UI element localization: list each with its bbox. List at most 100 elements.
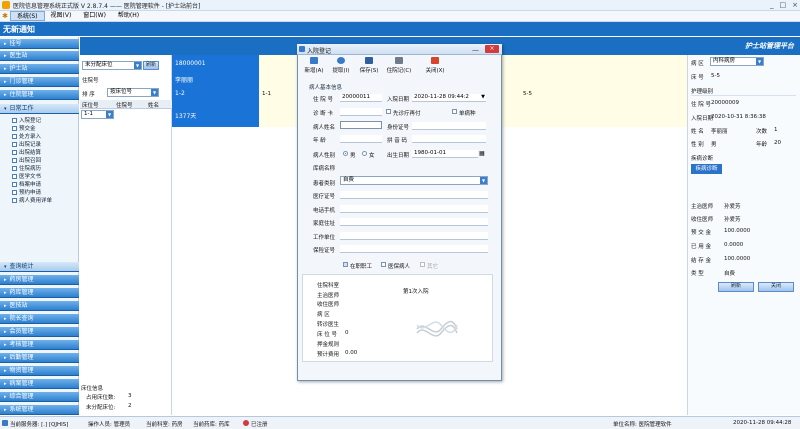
- menu-view[interactable]: 视图(V): [45, 11, 78, 21]
- status-dept: 当前科室: 药房: [146, 422, 183, 428]
- diagnosis-label: 疾病诊断: [691, 156, 714, 162]
- menu-bar: ✱ 系统(S) 视图(V) 窗口(W) 帮助(H): [0, 11, 800, 22]
- tree-item-fee-detail[interactable]: 病人费用详单: [12, 196, 52, 204]
- gender-male-radio[interactable]: [343, 151, 348, 156]
- menu-system[interactable]: 系统(S): [10, 11, 45, 21]
- nav-member[interactable]: ▸ 会员管理: [0, 327, 79, 337]
- insurance-input[interactable]: [340, 245, 488, 253]
- nav-logistics[interactable]: ▸ 后勤管理: [0, 353, 79, 363]
- employee-checkbox[interactable]: [343, 262, 348, 267]
- bed-filter-select[interactable]: 未分配床位 ▼: [82, 61, 142, 70]
- bed-refresh-button[interactable]: 刷新: [143, 61, 159, 70]
- nav-stats[interactable]: ▾ 查询统计: [0, 262, 79, 272]
- document-icon: [12, 181, 17, 187]
- tree-item-archive-request[interactable]: 档案申请: [12, 180, 41, 188]
- nav-medical-records[interactable]: ▸ 病案管理: [0, 379, 79, 389]
- notice-text: 无新通知: [3, 25, 35, 34]
- sort-select[interactable]: 按床位号 ▼: [107, 88, 159, 97]
- age-input[interactable]: [340, 135, 382, 143]
- new-button[interactable]: 新增(A): [301, 56, 327, 78]
- nav-tech-station[interactable]: ▸ 医技站: [0, 301, 79, 311]
- info-attending-label: 主治医师: [317, 293, 340, 299]
- nav-daily-work[interactable]: ▾ 日常工作: [0, 104, 79, 114]
- nav-general[interactable]: ▸ 综合管理: [0, 392, 79, 402]
- tree-item-appointment[interactable]: 预约申请: [12, 188, 41, 196]
- work-input[interactable]: [340, 232, 488, 240]
- right-refresh-button[interactable]: 刷新: [718, 282, 754, 292]
- other-checkbox[interactable]: [420, 262, 425, 267]
- nav-director-query[interactable]: ▸ 院长查询: [0, 314, 79, 324]
- maximize-button[interactable]: □: [780, 1, 787, 9]
- insured-checkbox[interactable]: [381, 262, 386, 267]
- chevron-down-icon: ▾: [4, 264, 7, 270]
- menu-help[interactable]: 帮助(H): [112, 11, 145, 21]
- calendar-icon[interactable]: ▦: [479, 150, 485, 157]
- hospital-no-label: 住 院 号: [313, 97, 333, 103]
- tree-item-medical-record[interactable]: 住院病历: [12, 164, 41, 172]
- phone-input[interactable]: [340, 205, 488, 213]
- close-window-button[interactable]: ×: [792, 1, 798, 9]
- gender-female-radio[interactable]: [362, 151, 367, 156]
- hospital-no-input[interactable]: 20000011: [340, 94, 382, 102]
- dialog-exit-button[interactable]: 关闭(X): [422, 56, 448, 78]
- first-diag-label: 先诊疗再付: [393, 111, 421, 117]
- nav-system[interactable]: ▸ 系统管理: [0, 405, 79, 415]
- chevron-icon: ▸: [4, 381, 7, 387]
- address-input[interactable]: [340, 218, 488, 226]
- diagnosis-button[interactable]: 疾病诊断: [691, 164, 722, 174]
- single-disease-checkbox[interactable]: [452, 109, 457, 114]
- bed-info-label: 床位信息: [81, 386, 104, 392]
- birth-input[interactable]: 1980-01-01: [412, 150, 478, 158]
- info-bed-value: 0: [345, 330, 349, 336]
- bed-row-select[interactable]: 1-1 ▼: [81, 110, 114, 119]
- nav-outpatient[interactable]: ▸ 门诊管理: [0, 77, 79, 87]
- registered-icon: [243, 420, 249, 426]
- id-card-input[interactable]: [412, 122, 486, 130]
- document-icon: [12, 133, 17, 139]
- tree-item-prescription[interactable]: 处方录入: [12, 132, 41, 140]
- server-icon: [2, 420, 8, 426]
- tree-item-admission[interactable]: 入院登记: [12, 116, 41, 124]
- bed-card-2[interactable]: 1-1: [262, 91, 271, 97]
- gender-male-label: 男: [350, 153, 356, 159]
- tree-item-discharge-settle[interactable]: 出院结算: [12, 148, 41, 156]
- tree-item-medical-doc[interactable]: 医学文书: [12, 172, 41, 180]
- bed-card-selected[interactable]: 18000001 李丽丽 1-2 1377天: [172, 55, 259, 127]
- first-diag-checkbox[interactable]: [386, 109, 391, 114]
- ward-select[interactable]: 内科病房 ▼: [710, 57, 764, 66]
- menu-window[interactable]: 窗口(W): [77, 11, 112, 21]
- dialog-close-button[interactable]: ×: [485, 45, 499, 53]
- nav-registration[interactable]: ▸ 挂号: [0, 39, 79, 49]
- save-button[interactable]: 保存(S): [356, 56, 382, 78]
- dialog-minimize-button[interactable]: —: [472, 46, 479, 54]
- col-name: 姓名: [148, 103, 160, 109]
- nav-nurse-station[interactable]: ▸ 护士站: [0, 64, 79, 74]
- nav-materials[interactable]: ▸ 物资管理: [0, 366, 79, 376]
- patient-name-input[interactable]: [340, 121, 382, 129]
- tree-item-discharge-recall[interactable]: 出院召回: [12, 156, 41, 164]
- insured-label: 医保病人: [388, 264, 411, 270]
- status-operator: 操作人员: 管理员: [88, 422, 131, 428]
- nav-assessment[interactable]: ▸ 考核管理: [0, 340, 79, 350]
- info-fee-label: 预计费用: [317, 352, 340, 358]
- admit-date-input[interactable]: 2020-11-28 09:44:2 ▼: [412, 94, 486, 102]
- nav-pharmacy[interactable]: ▸ 药房管理: [0, 275, 79, 285]
- card-no-input[interactable]: [340, 108, 382, 116]
- patient-type-select[interactable]: 自费 ▼: [340, 176, 488, 185]
- pinyin-input[interactable]: [412, 135, 486, 143]
- inpatient-record-button[interactable]: 住院记(C): [384, 56, 414, 78]
- unassigned-label: 未分配床位:: [86, 405, 116, 411]
- bed-card-3[interactable]: 5-5: [523, 91, 532, 97]
- tree-item-discharge-record[interactable]: 出院记录: [12, 140, 41, 148]
- chevron-icon: ▸: [4, 41, 7, 47]
- times-label: 次数: [756, 129, 768, 135]
- med-card-input[interactable]: [340, 191, 488, 199]
- nav-drug-store[interactable]: ▸ 药库管理: [0, 288, 79, 298]
- tree-item-prepay[interactable]: 预交金: [12, 124, 36, 132]
- disk-icon: [365, 57, 373, 64]
- right-close-button[interactable]: 关闭: [758, 282, 794, 292]
- extract-button[interactable]: 提取(I): [328, 56, 354, 78]
- nav-inpatient[interactable]: ▸ 住院管理: [0, 90, 79, 100]
- minimize-button[interactable]: _: [770, 1, 774, 9]
- nav-doctor-station[interactable]: ▸ 医生站: [0, 51, 79, 61]
